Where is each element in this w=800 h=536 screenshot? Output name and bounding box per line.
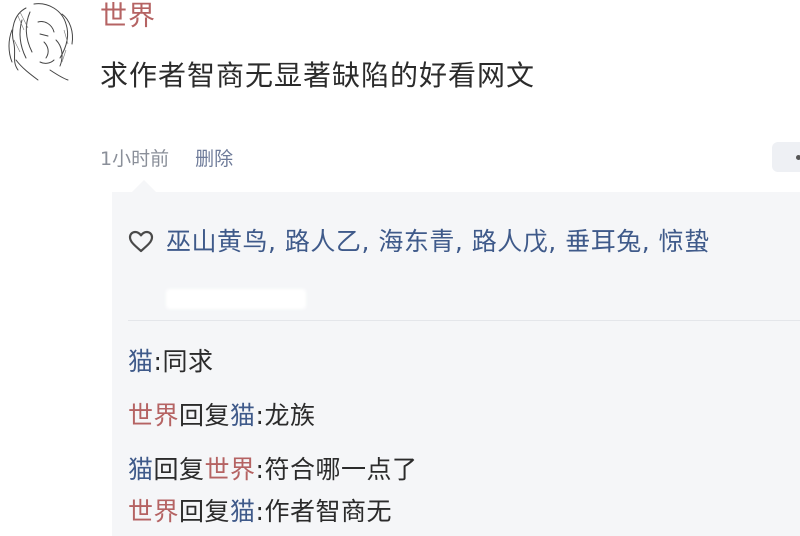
more-options-button[interactable] [772, 142, 800, 172]
reply-target[interactable]: 猫 [230, 401, 256, 430]
like-user-name[interactable]: 路人戊 [472, 227, 549, 256]
post-text: 求作者智商无显著缺陷的好看网文 [100, 59, 536, 92]
like-separator: , [454, 227, 472, 256]
likes-list: 巫山黄鸟, 路人乙, 海东青, 路人戊, 垂耳兔, 惊蛰 [128, 222, 800, 266]
reply-word: 回复 [179, 497, 231, 526]
comment-row[interactable]: 猫回复世界:符合哪一点了 [128, 450, 418, 486]
like-user-name[interactable]: 巫山黄鸟 [166, 227, 268, 256]
comment-row[interactable]: 世界回复猫:龙族 [128, 396, 316, 432]
comment-text: 同求 [162, 347, 214, 376]
comment-author[interactable]: 世界 [128, 401, 179, 430]
comment-text: 符合哪一点了 [264, 455, 418, 484]
comment-row[interactable]: 世界回复猫:作者智商无 [128, 492, 392, 528]
like-user-name[interactable]: 垂耳兔 [565, 227, 642, 256]
comment-text: 龙族 [264, 401, 316, 430]
more-icon [796, 155, 800, 160]
comment-author[interactable]: 世界 [128, 497, 179, 526]
post-page: 世界 求作者智商无显著缺陷的好看网文 1小时前 删除 巫山黄鸟, 路人乙, 海东… [0, 0, 800, 536]
delete-button[interactable]: 删除 [195, 148, 233, 170]
heart-icon[interactable] [128, 226, 154, 266]
like-separator: , [268, 227, 285, 256]
like-separator: , [548, 227, 566, 256]
like-separator: , [641, 227, 659, 256]
comment-author[interactable]: 猫 [128, 455, 154, 484]
post-timestamp: 1小时前 [100, 148, 170, 170]
post-meta: 1小时前 删除 [100, 144, 253, 171]
redacted-area [166, 289, 306, 309]
avatar[interactable] [4, 0, 80, 82]
reply-word: 回复 [179, 401, 231, 430]
comment-text: 作者智商无 [264, 497, 392, 526]
reply-box-pointer [132, 180, 156, 192]
reply-target[interactable]: 猫 [230, 497, 256, 526]
like-user-name[interactable]: 惊蛰 [659, 227, 710, 256]
like-user-name[interactable]: 路人乙 [285, 227, 362, 256]
reply-word: 回复 [153, 455, 205, 484]
like-separator: , [361, 227, 379, 256]
reply-target[interactable]: 世界 [205, 455, 256, 484]
like-user-name[interactable]: 海东青 [378, 227, 455, 256]
divider [128, 320, 800, 321]
comment-row[interactable]: 猫:同求 [128, 342, 213, 378]
post-author-name[interactable]: 世界 [100, 0, 156, 33]
comment-author[interactable]: 猫 [128, 347, 154, 376]
